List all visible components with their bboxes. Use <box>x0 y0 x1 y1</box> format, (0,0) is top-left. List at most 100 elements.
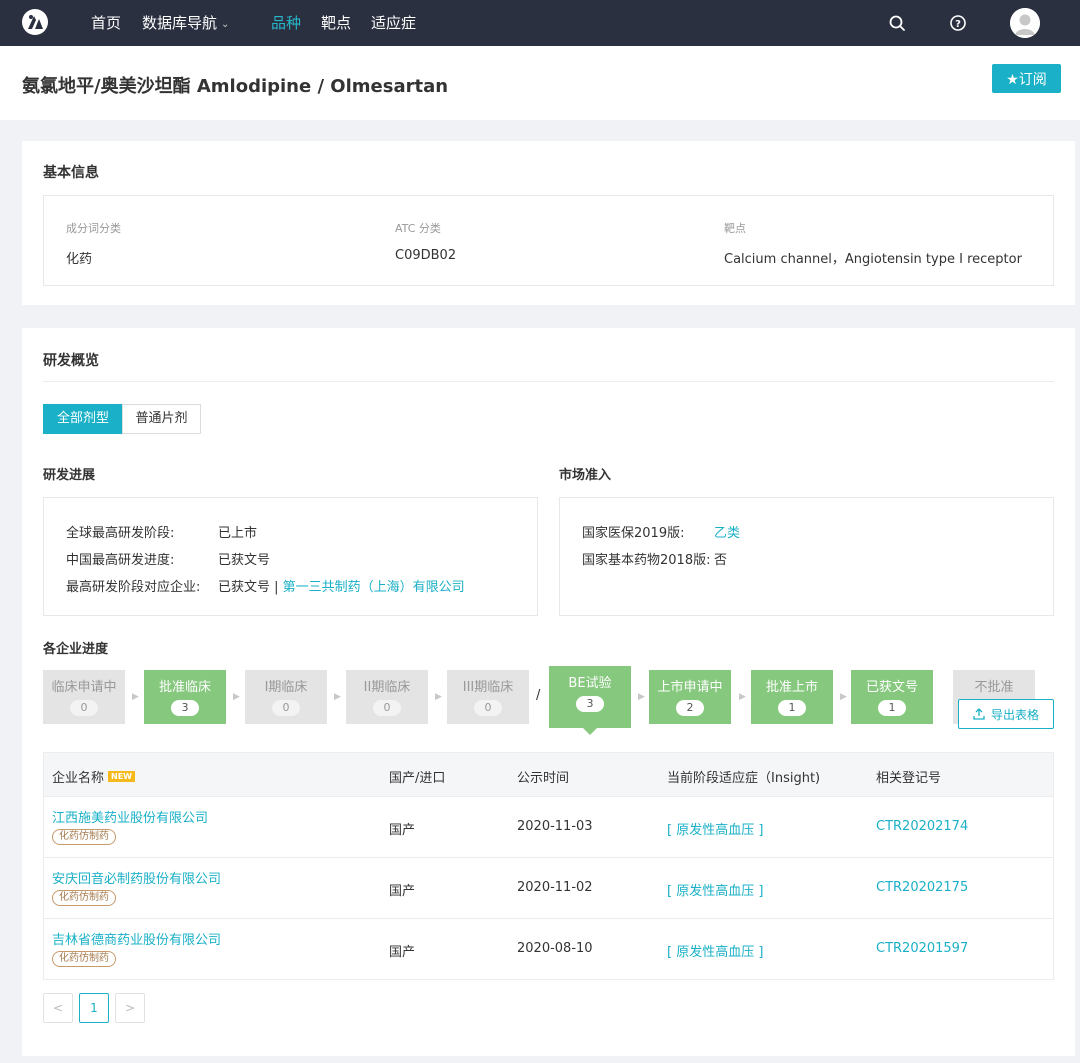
th-registration: 相关登记号 <box>876 771 942 786</box>
export-table-button[interactable]: 导出表格 <box>958 699 1054 729</box>
stage-phase-1[interactable]: I期临床 0 <box>245 670 327 724</box>
basic-field-category: 成分词分类 化药 <box>66 220 121 267</box>
date-cell: 2020-08-10 <box>517 941 593 956</box>
stage-approval-number[interactable]: 已获文号 1 <box>851 670 933 724</box>
basic-field-target: 靶点 Calcium channel，Angiotensin type I re… <box>724 220 1022 267</box>
company-link[interactable]: 第一三共制药（上海）有限公司 <box>283 580 465 595</box>
insurance-link[interactable]: 乙类 <box>714 526 740 541</box>
th-company: 企业名称 NEW <box>52 767 135 786</box>
row-value: 已上市 <box>218 526 258 541</box>
row-value: 已获文号 <box>218 553 271 568</box>
logo-icon[interactable] <box>22 9 48 35</box>
stage-label: BE试验 <box>568 676 612 691</box>
indication-link[interactable]: [ 原发性高血压 ] <box>667 880 763 899</box>
chevron-right-icon: ▶ <box>739 692 746 702</box>
company-cell: 江西施美药业股份有限公司 化药仿制药 <box>52 807 208 845</box>
help-icon[interactable]: ? <box>947 12 969 34</box>
stage-market-application[interactable]: 上市申请中 2 <box>649 670 731 724</box>
origin-cell: 国产 <box>389 884 416 899</box>
progress-box: 全球最高研发阶段: 已上市 中国最高研发进度: 已获文号 最高研发阶段对应企业: 已获… <box>43 497 538 616</box>
page-1-button[interactable]: 1 <box>79 993 109 1023</box>
company-cell: 吉林省德商药业股份有限公司 化药仿制药 <box>52 929 221 967</box>
row-key: 最高研发阶段对应企业: <box>66 580 201 595</box>
stage-count: 1 <box>778 700 806 716</box>
chevron-down-icon: ⌄ <box>221 19 230 30</box>
top-nav: 首页 数据库导航 ⌄ 品种 靶点 适应症 ? <box>0 0 1080 46</box>
new-badge: NEW <box>108 771 135 782</box>
stage-label: 批准临床 <box>158 680 211 695</box>
th-company-label: 企业名称 <box>52 771 105 786</box>
th-date: 公示时间 <box>517 771 570 786</box>
market-box: 国家医保2019版: 乙类 国家基本药物2018版: 否 <box>559 497 1054 616</box>
stage-count: 2 <box>676 700 704 716</box>
stage-label: 上市申请中 <box>657 680 723 695</box>
stage-label: II期临床 <box>363 680 411 695</box>
page-title: 氨氯地平/奥美沙坦酯 Amlodipine / Olmesartan <box>22 76 449 97</box>
row-value: 已获文号 | <box>218 580 283 595</box>
row-value: 否 <box>714 553 728 568</box>
nav-database-label: 数据库导航 <box>142 14 218 32</box>
company-name-link[interactable]: 江西施美药业股份有限公司 <box>52 807 208 826</box>
progress-heading: 研发进展 <box>43 468 96 483</box>
stage-phase-2[interactable]: II期临床 0 <box>346 670 428 724</box>
nav-varieties[interactable]: 品种 <box>271 0 301 46</box>
stage-phase-3[interactable]: III期临床 0 <box>447 670 529 724</box>
company-name-link[interactable]: 安庆回音必制药股份有限公司 <box>52 868 221 887</box>
date-cell: 2020-11-03 <box>517 819 593 834</box>
row-key: 国家基本药物2018版: <box>582 553 711 568</box>
divider <box>43 381 1054 382</box>
rd-overview-card: 研发概览 全部剂型 普通片剂 研发进展 市场准入 全球最高研发阶段: 已上市 中国… <box>22 328 1075 1056</box>
registration-link[interactable]: CTR20202174 <box>876 819 968 834</box>
avatar-icon[interactable] <box>1010 8 1040 38</box>
nav-targets[interactable]: 靶点 <box>321 0 351 46</box>
basic-field-atc: ATC 分类 C09DB02 <box>395 220 456 263</box>
stage-count: 0 <box>272 700 300 716</box>
registration-link[interactable]: CTR20202175 <box>876 880 968 895</box>
table-header: 企业名称 NEW 国产/进口 公示时间 当前阶段适应症（Insight) 相关登记… <box>44 753 1053 796</box>
table-row: 江西施美药业股份有限公司 化药仿制药 国产 2020-11-03 [ 原发性高血… <box>44 796 1053 857</box>
basic-info-box: 成分词分类 化药 ATC 分类 C09DB02 靶点 Calcium chann… <box>43 195 1054 286</box>
nav-home[interactable]: 首页 <box>91 0 121 46</box>
prev-page-button[interactable]: < <box>43 993 73 1023</box>
row-key: 全球最高研发阶段: <box>66 526 175 541</box>
field-label: 靶点 <box>724 222 746 235</box>
indication-link[interactable]: [ 原发性高血压 ] <box>667 941 763 960</box>
next-page-button[interactable]: > <box>115 993 145 1023</box>
export-label: 导出表格 <box>990 707 1039 722</box>
stage-clinical-approved[interactable]: 批准临床 3 <box>144 670 226 724</box>
chevron-right-icon: ▶ <box>334 692 341 702</box>
basic-info-heading: 基本信息 <box>43 165 99 181</box>
stage-be-trial[interactable]: BE试验 3 <box>549 666 631 735</box>
stage-market-approved[interactable]: 批准上市 1 <box>751 670 833 724</box>
search-icon[interactable] <box>886 12 908 34</box>
stage-count: 0 <box>70 700 98 716</box>
nav-database[interactable]: 数据库导航 ⌄ <box>142 0 229 46</box>
tab-all-forms[interactable]: 全部剂型 <box>43 404 123 434</box>
indication-link[interactable]: [ 原发性高血压 ] <box>667 819 763 838</box>
tab-tablets[interactable]: 普通片剂 <box>122 404 201 434</box>
registration-link[interactable]: CTR20201597 <box>876 941 968 956</box>
market-row-insurance: 国家医保2019版: 乙类 <box>582 522 740 541</box>
stage-label: 临床申请中 <box>51 680 117 695</box>
table-row: 安庆回音必制药股份有限公司 化药仿制药 国产 2020-11-02 [ 原发性高… <box>44 857 1053 918</box>
stage-count: 0 <box>474 700 502 716</box>
subscribe-button[interactable]: ★订阅 <box>992 64 1061 93</box>
date-cell: 2020-11-02 <box>517 880 593 895</box>
basic-info-card: 基本信息 成分词分类 化药 ATC 分类 C09DB02 靶点 Calcium … <box>22 141 1075 305</box>
drug-type-tag: 化药仿制药 <box>52 890 116 906</box>
nav-indications[interactable]: 适应症 <box>371 0 416 46</box>
chevron-right-icon: ▶ <box>840 692 847 702</box>
title-bar: 氨氯地平/奥美沙坦酯 Amlodipine / Olmesartan ★订阅 <box>0 46 1080 120</box>
svg-text:?: ? <box>955 19 961 30</box>
stage-label: 已获文号 <box>865 680 918 695</box>
company-name-link[interactable]: 吉林省德商药业股份有限公司 <box>52 929 221 948</box>
chevron-right-icon: ▶ <box>233 692 240 702</box>
origin-cell: 国产 <box>389 945 416 960</box>
field-value: 化药 <box>66 252 93 267</box>
progress-row-global: 全球最高研发阶段: 已上市 <box>66 522 257 541</box>
stage-count: 1 <box>878 700 906 716</box>
chevron-right-icon: ▶ <box>435 692 442 702</box>
stage-clinical-application[interactable]: 临床申请中 0 <box>43 670 125 724</box>
origin-cell: 国产 <box>389 823 416 838</box>
stage-label: 不批准 <box>974 680 1014 695</box>
